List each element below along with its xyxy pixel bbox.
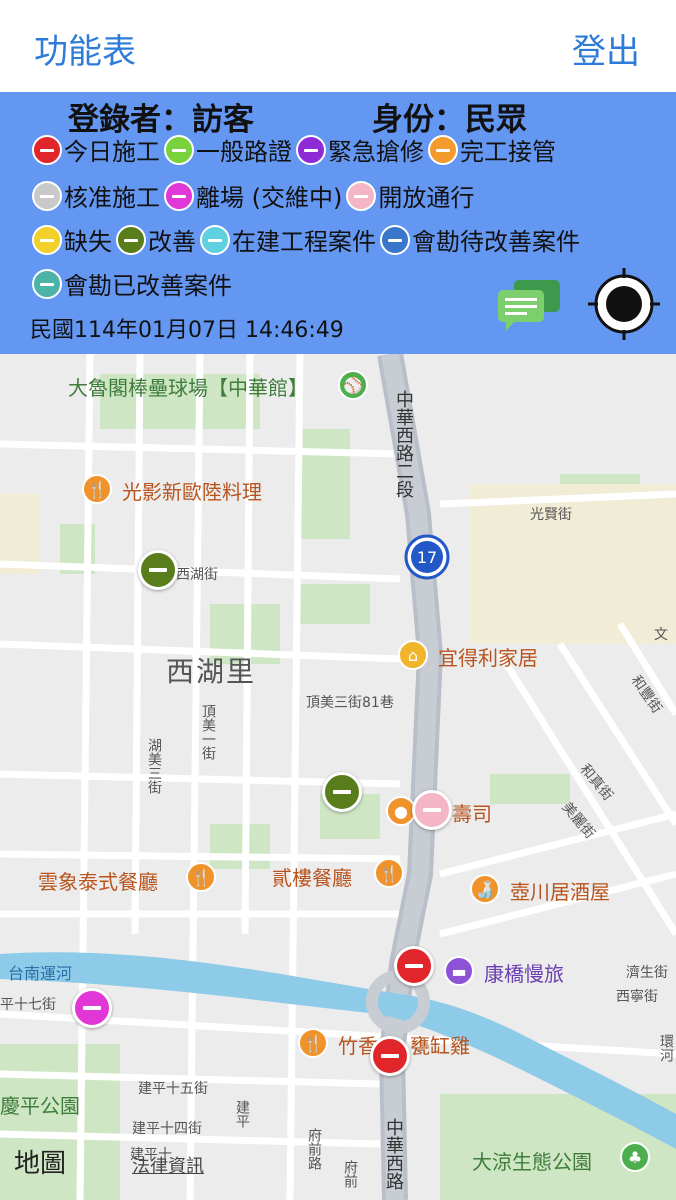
today-construction-marker[interactable]	[370, 1036, 410, 1076]
street-label: 平十七街	[0, 997, 56, 1013]
street-label: 湖美三街	[146, 738, 162, 794]
legend-item-pending-improvement: 會勘待改善案件	[380, 222, 580, 257]
legend-dot-icon	[428, 134, 458, 165]
legend-label: 一般路證	[196, 138, 292, 166]
legend-label: 開放通行	[378, 184, 475, 212]
poi-izakaya-label[interactable]: 壺川居酒屋	[510, 876, 610, 905]
legend-item-general-permit: 一般路證	[164, 132, 292, 167]
poi-restaurant2-label[interactable]: 貳樓餐廳	[272, 862, 352, 891]
street-label: 光賢街	[530, 507, 572, 523]
locate-me-icon[interactable]	[588, 268, 660, 340]
legend-dot-icon	[32, 268, 62, 299]
legend-item-defect: 缺失	[32, 222, 112, 257]
legend-item-open-traffic: 開放通行	[346, 178, 474, 213]
street-label: 建平十四街	[132, 1121, 202, 1137]
current-timestamp: 民國114年01月07日 14:46:49	[30, 318, 344, 343]
street-label: 府前路	[306, 1128, 322, 1170]
legend-label: 會勘待改善案件	[412, 228, 580, 256]
poi-stadium-label[interactable]: 大魯閣棒壘球場【中華館】	[68, 372, 308, 401]
poi-park2-label[interactable]: 大涼生態公園	[472, 1146, 592, 1175]
map-view[interactable]: 17 大魯閣棒壘球場【中華館】 ⚾ 🍴 光影新歐陸料理 ⌂ 宜得利家居 ● 壽司…	[0, 354, 676, 1200]
legend-item-emergency-repair: 緊急搶修	[296, 132, 424, 167]
legal-info-link[interactable]: 法律資訊	[132, 1152, 204, 1178]
poi-store-label[interactable]: 宜得利家居	[438, 642, 538, 671]
legend-dot-icon	[380, 224, 410, 255]
restaurant-icon[interactable]: 🍴	[374, 858, 404, 888]
map-attribution-label: 地圖	[14, 1149, 67, 1179]
chat-icon[interactable]	[496, 276, 562, 332]
legend-item-inspected-improved: 會勘已改善案件	[32, 266, 232, 301]
street-label: 西寧街	[616, 989, 658, 1005]
poi-hotel-label[interactable]: 康橋慢旅	[484, 958, 564, 987]
street-label: 濟生街	[626, 965, 668, 981]
park-icon[interactable]: ♣	[620, 1142, 650, 1172]
legend-dot-icon	[32, 224, 62, 255]
legend-row: 會勘已改善案件	[32, 266, 236, 301]
poi-restaurant1-label[interactable]: 光影新歐陸料理	[122, 476, 262, 505]
improvement-marker[interactable]	[322, 772, 362, 812]
legend-label: 改善	[148, 228, 196, 256]
top-navigation-bar: 功能表 登出	[0, 0, 676, 92]
hotel-icon[interactable]: ▬	[444, 956, 474, 986]
legend-item-approved: 核准施工	[32, 178, 160, 213]
legend-label: 緊急搶修	[328, 138, 424, 166]
street-label: 府前	[342, 1160, 358, 1188]
street-label: 建平十五街	[138, 1081, 208, 1097]
street-label: 建平	[234, 1100, 250, 1128]
legend-item-departed: 離場 (交維中)	[164, 178, 342, 213]
store-icon[interactable]: ⌂	[398, 640, 428, 670]
legend-label: 缺失	[64, 228, 112, 256]
departed-marker[interactable]	[72, 988, 112, 1028]
legend-dot-icon	[164, 180, 194, 211]
legend-row: 缺失 改善 在建工程案件 會勘待改善案件	[32, 222, 584, 257]
legend-dot-icon	[200, 224, 230, 255]
legend-item-today-construction: 今日施工	[32, 132, 160, 167]
street-label: 西湖街	[176, 567, 218, 583]
restaurant-icon[interactable]: 🍴	[298, 1028, 328, 1058]
poi-park1-label[interactable]: 慶平公園	[0, 1090, 80, 1119]
legend-dot-icon	[164, 134, 194, 165]
legend-item-completed: 完工接管	[428, 132, 556, 167]
street-label: 環河	[658, 1034, 674, 1062]
legend-row: 今日施工 一般路證 緊急搶修 完工接管	[32, 132, 560, 167]
bar-icon[interactable]: 🍶	[470, 874, 500, 904]
poi-chicken2-label[interactable]: 甕缸雞	[410, 1030, 470, 1059]
legend-dot-icon	[296, 134, 326, 165]
menu-button[interactable]: 功能表	[34, 24, 136, 73]
street-label: 文	[654, 627, 668, 643]
route-number: 17	[417, 548, 437, 567]
legend-dot-icon	[32, 180, 62, 211]
today-construction-marker[interactable]	[394, 946, 434, 986]
legend-label: 會勘已改善案件	[64, 272, 232, 300]
street-label: 中華西路二段	[393, 390, 414, 498]
street-label: 台南運河	[8, 964, 73, 983]
district-label: 西湖里	[166, 655, 257, 688]
restaurant-icon[interactable]: 🍴	[186, 862, 216, 892]
legend-row: 核准施工 離場 (交維中) 開放通行	[32, 178, 478, 213]
poi-sushi-label[interactable]: 壽司	[452, 798, 492, 827]
route-shield-icon: 17	[404, 534, 450, 580]
legend-label: 核准施工	[64, 184, 160, 212]
info-panel: 登錄者：訪客 身份：民眾 今日施工 一般路證 緊急搶修 完工接管 核准施工 離場…	[0, 92, 676, 354]
map-attribution: 地圖	[14, 1143, 66, 1180]
legend-label: 完工接管	[460, 138, 556, 166]
improvement-marker[interactable]	[138, 550, 178, 590]
legend-label: 離場 (交維中)	[196, 184, 343, 212]
legend-label: 今日施工	[64, 138, 160, 166]
street-label: 頂美一街	[200, 704, 216, 760]
legend-dot-icon	[346, 180, 377, 211]
street-label: 中華西路	[383, 1118, 404, 1190]
restaurant-icon[interactable]: 🍴	[82, 474, 112, 504]
legend-item-improved: 改善	[116, 222, 196, 257]
legend-item-under-construction: 在建工程案件	[200, 222, 376, 257]
legend-dot-icon	[32, 134, 62, 165]
poi-thai-label[interactable]: 雲象泰式餐廳	[38, 866, 158, 895]
street-label: 頂美三街81巷	[306, 695, 394, 711]
logout-button[interactable]: 登出	[572, 24, 640, 73]
open-traffic-marker[interactable]	[412, 790, 452, 830]
stadium-icon[interactable]: ⚾	[338, 370, 368, 400]
legend-label: 在建工程案件	[232, 228, 376, 256]
legend-dot-icon	[116, 224, 146, 255]
